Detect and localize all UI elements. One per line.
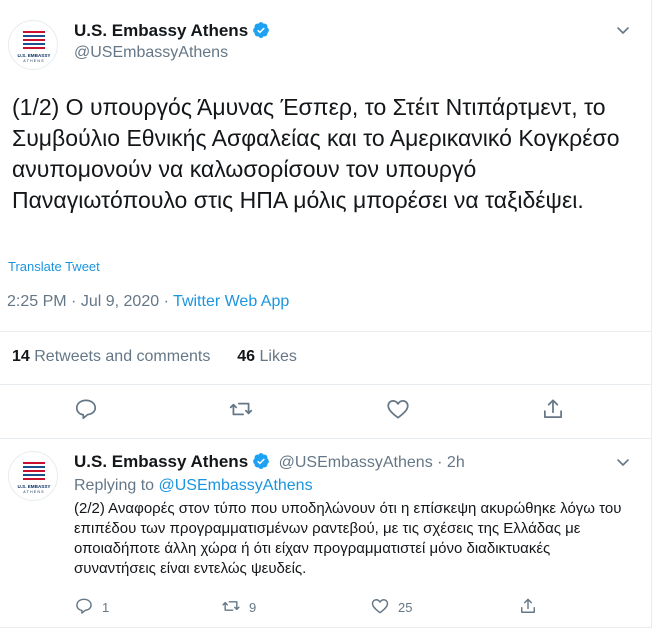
retweet-count: 9 <box>249 600 257 615</box>
share-icon <box>521 598 535 613</box>
like-action[interactable]: 25 <box>370 596 412 616</box>
replying-to-link[interactable]: @USEmbassyAthens <box>159 477 313 494</box>
reply-icon <box>76 598 92 614</box>
translate-tweet-link[interactable]: Translate Tweet <box>8 259 100 274</box>
avatar[interactable]: U.S. EMBASSY ATHENS <box>8 20 58 70</box>
divider <box>0 331 652 332</box>
retweets-label: Retweets and comments <box>34 348 211 365</box>
likes-label: Likes <box>259 348 297 365</box>
chevron-down-icon[interactable] <box>615 454 631 470</box>
display-name[interactable]: U.S. Embassy Athens <box>74 452 248 471</box>
tweet-age[interactable]: 2h <box>447 454 465 471</box>
retweet-icon <box>222 601 240 611</box>
embassy-logo-icon: U.S. EMBASSY ATHENS <box>18 31 51 63</box>
share-icon[interactable] <box>540 396 566 422</box>
tweet-thread: U.S. EMBASSY ATHENS U.S. Embassy Athens … <box>0 0 652 628</box>
handle[interactable]: @USEmbassyAthens <box>74 44 228 62</box>
svg-text:U.S. EMBASSY: U.S. EMBASSY <box>18 53 51 58</box>
likes-stat[interactable]: 46 Likes <box>237 348 297 365</box>
retweet-action[interactable]: 9 <box>221 596 256 616</box>
reply-tweet-text: (2/2) Αναφορές στον τύπο που υποδηλώνουν… <box>74 500 622 577</box>
chevron-down-icon[interactable] <box>615 22 631 38</box>
meta-separator: · <box>437 454 443 471</box>
retweets-stat[interactable]: 14 Retweets and comments <box>12 348 210 365</box>
replying-to-line: Replying to @USEmbassyAthens <box>74 477 313 495</box>
engagement-stats: 14 Retweets and comments 46 Likes <box>12 348 297 366</box>
retweets-count: 14 <box>12 348 30 365</box>
replying-label: Replying to <box>74 477 155 494</box>
like-icon <box>371 599 389 614</box>
reply-header: U.S. Embassy Athens @USEmbassyAthens · 2… <box>74 452 465 475</box>
like-icon[interactable] <box>385 396 411 422</box>
svg-text:ATHENS: ATHENS <box>23 59 45 63</box>
divider <box>0 384 652 385</box>
share-action[interactable] <box>518 596 538 616</box>
reply-action[interactable]: 1 <box>74 596 109 616</box>
likes-count: 46 <box>237 348 256 365</box>
reply-icon[interactable] <box>73 396 99 422</box>
like-count: 25 <box>398 600 413 615</box>
meta-separator: · <box>71 293 77 310</box>
display-name[interactable]: U.S. Embassy Athens <box>74 21 248 40</box>
svg-text:U.S. EMBASSY: U.S. EMBASSY <box>18 484 51 489</box>
svg-text:ATHENS: ATHENS <box>23 490 45 494</box>
tweet-time[interactable]: 2:25 PM <box>7 293 67 310</box>
tweet-metadata: 2:25 PM · Jul 9, 2020 · Twitter Web App <box>7 293 289 311</box>
embassy-logo-icon: U.S. EMBASSY ATHENS <box>18 462 51 494</box>
divider <box>0 438 652 439</box>
verified-badge-icon <box>252 21 270 44</box>
avatar[interactable]: U.S. EMBASSY ATHENS <box>8 451 58 501</box>
tweet-actions <box>0 396 652 426</box>
reply-count: 1 <box>102 600 110 615</box>
meta-separator: · <box>163 293 169 310</box>
retweet-icon[interactable] <box>228 396 254 422</box>
tweet-date[interactable]: Jul 9, 2020 <box>81 293 159 310</box>
source-app-link[interactable]: Twitter Web App <box>173 293 289 310</box>
tweet-text: (1/2) Ο υπουργός Άμυνας Έσπερ, το Στέιτ … <box>12 94 620 213</box>
verified-badge-icon <box>252 452 270 475</box>
handle[interactable]: @USEmbassyAthens <box>279 454 433 471</box>
